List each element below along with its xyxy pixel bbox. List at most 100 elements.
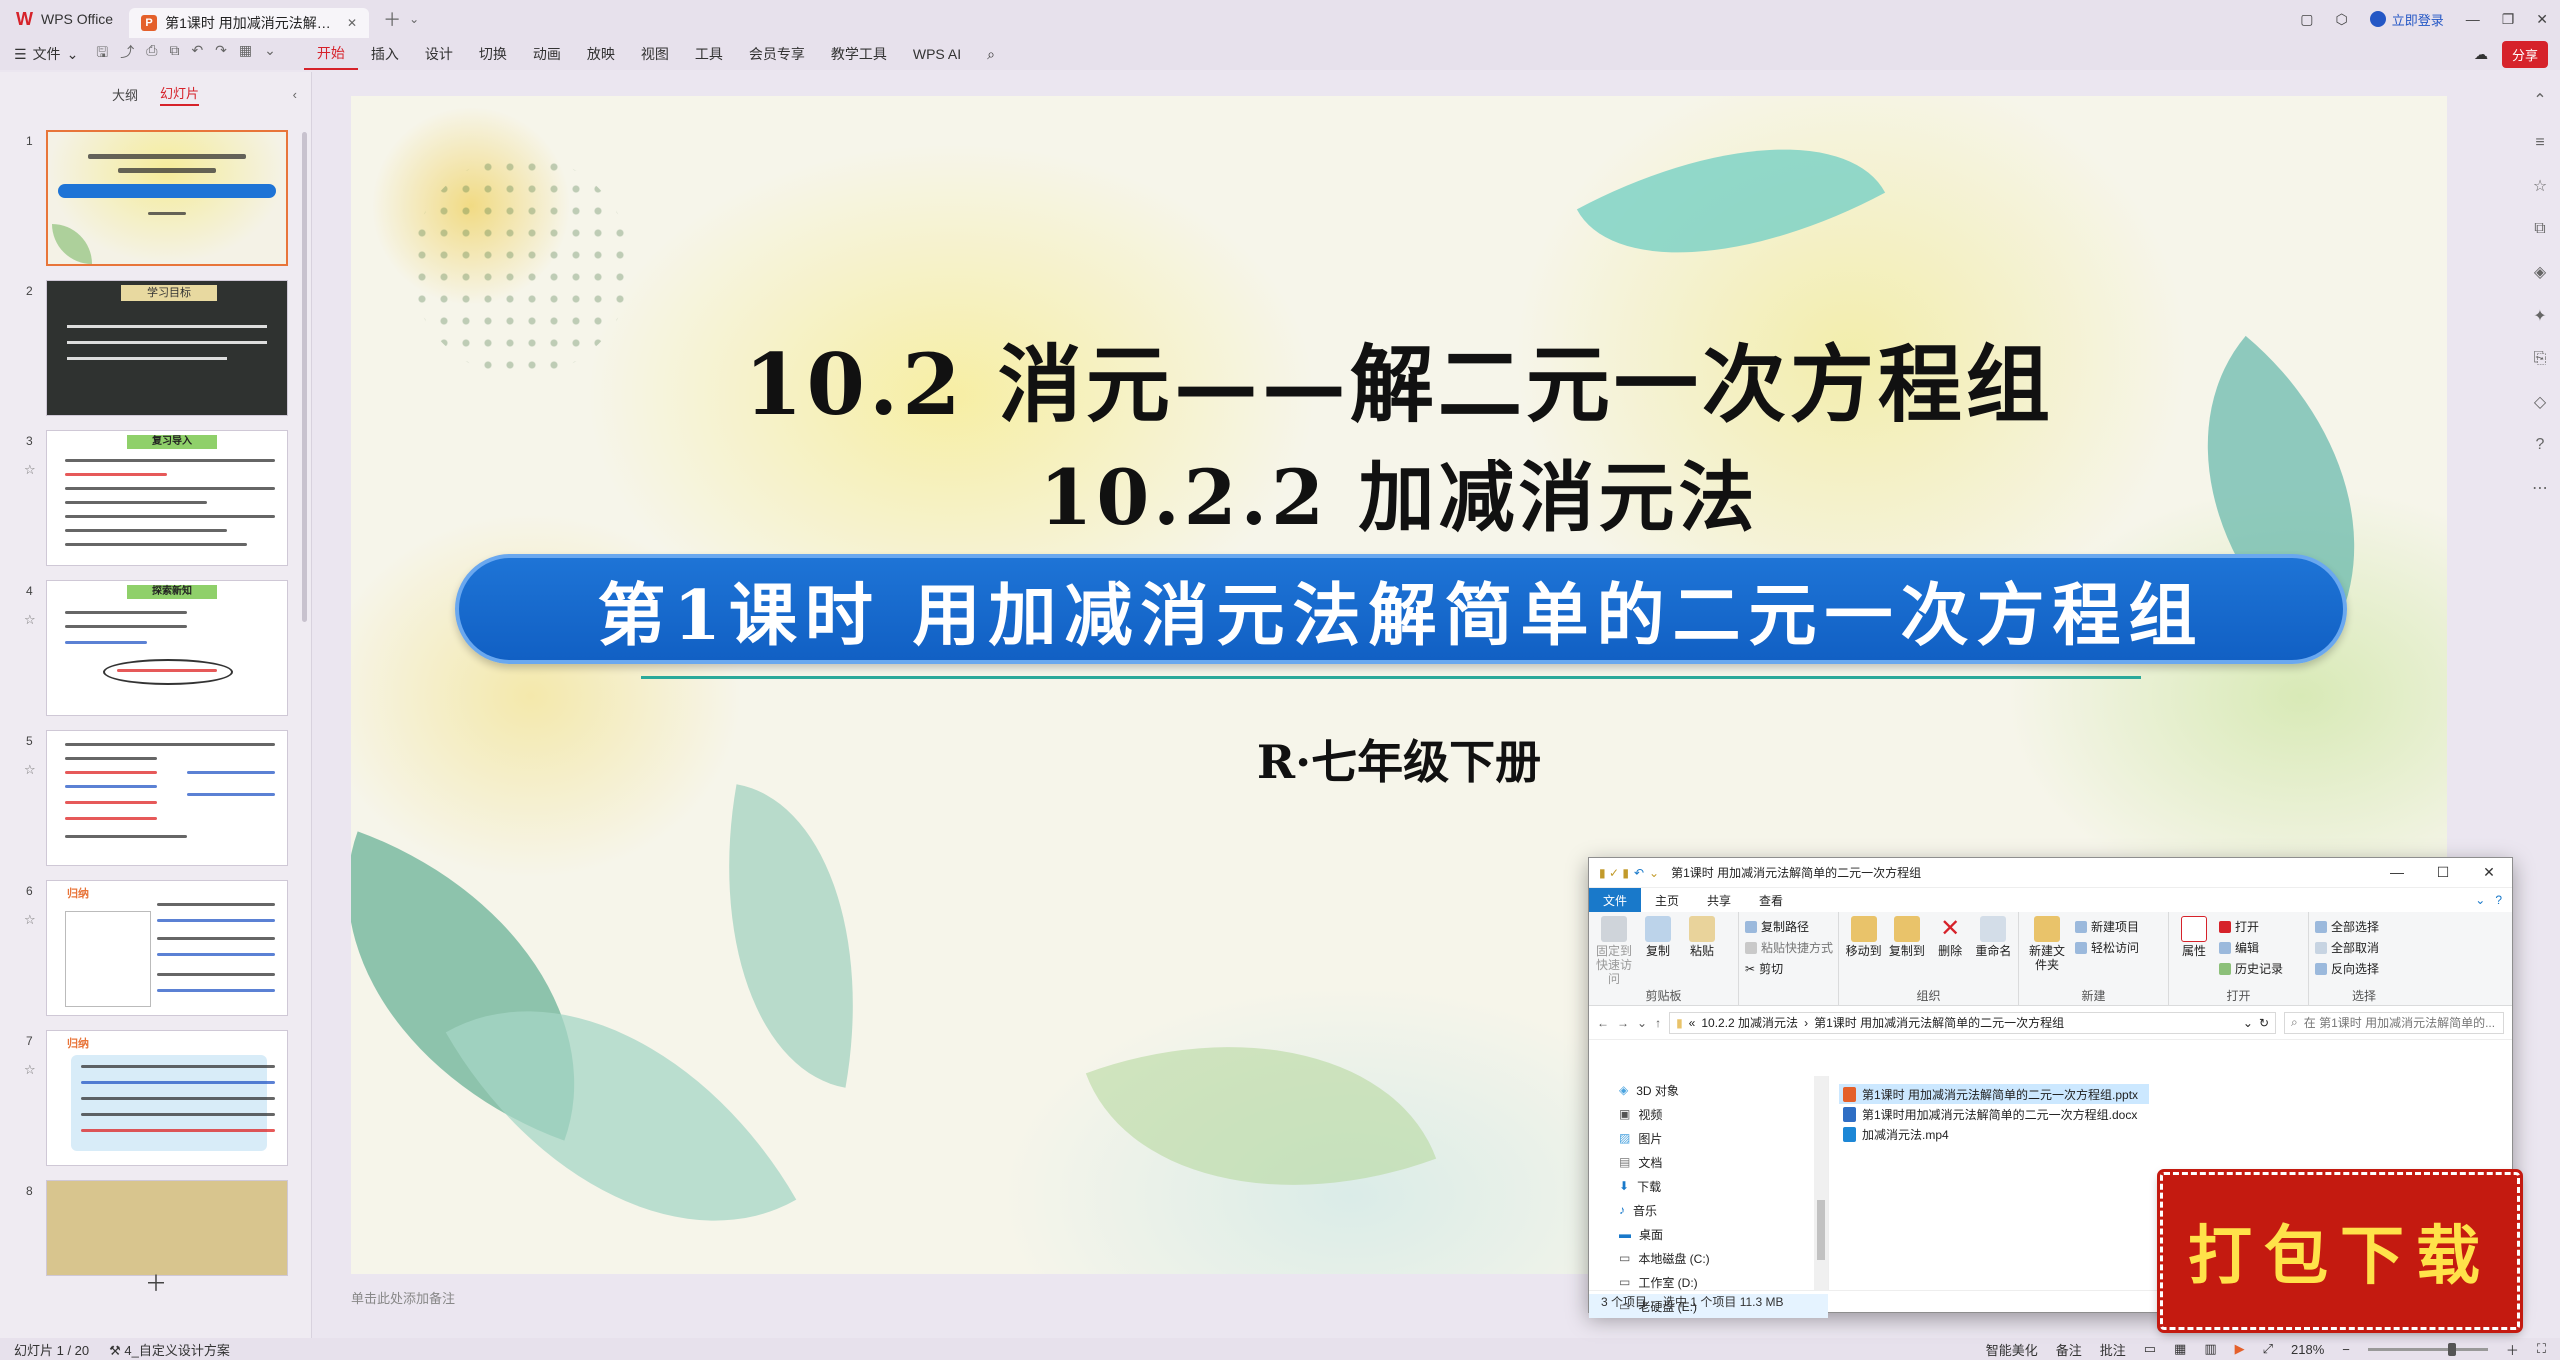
cube-icon[interactable]: ⬡ [2335,11,2347,28]
tab-teaching-tools[interactable]: 教学工具 [818,38,900,70]
breadcrumb-overflow[interactable]: « [1689,1016,1696,1030]
slide-subtitle[interactable]: R·七年级下册 [351,726,2447,792]
cloud-sync-icon[interactable]: ☁ [2474,46,2488,63]
settings-sliders-icon[interactable]: ≡ [2535,134,2544,152]
document-tab[interactable]: P 第1课时 用加减消元法解简单的二元一次方程组 ✕ [129,8,370,38]
maximize-icon[interactable]: ☐ [2420,864,2466,881]
edit-button[interactable]: 编辑 [2219,939,2283,956]
fit-icon[interactable]: ⤢ [2263,1341,2273,1357]
invert-selection-button[interactable]: 反向选择 [2315,960,2379,977]
tab-slideshow[interactable]: 放映 [574,38,628,70]
refresh-icon[interactable]: ↻ [2259,1016,2269,1030]
tab-transition[interactable]: 切换 [466,38,520,70]
panel-scrollbar[interactable] [302,132,307,622]
tab-insert[interactable]: 插入 [358,38,412,70]
collapse-up-icon[interactable]: ⌃ [2533,90,2546,110]
undo-icon[interactable]: ↶ [191,42,203,66]
tab-tools[interactable]: 工具 [682,38,736,70]
minimize-icon[interactable]: — [2374,864,2420,881]
slide-thumbnail-row[interactable]: 7 ☆ 归纳 [0,1030,312,1170]
comments-button[interactable]: 批注 [2100,1340,2126,1359]
quick-access-icons[interactable]: ▮ ✓ ▮ ↶ ⌄ [1599,866,1659,880]
slide-thumbnail-row[interactable]: 4 ☆ 探索新知 [0,580,312,720]
select-all-button[interactable]: 全部选择 [2315,918,2379,935]
normal-view-icon[interactable]: ▭ [2144,1341,2156,1357]
cut-button[interactable]: ✂ 剪切 [1745,960,1833,977]
nav-item[interactable]: ♪ 音乐 [1589,1198,1828,1222]
collapse-panel-icon[interactable]: ‹ [293,87,297,102]
magic-icon[interactable]: ✦ [2533,306,2546,326]
zoom-slider[interactable] [2367,1342,2488,1356]
slide-thumbnail[interactable]: 复习导入 [46,430,288,566]
minimize-icon[interactable]: — [2466,11,2480,27]
play-icon[interactable]: ▶ [2235,1341,2245,1357]
more-icon[interactable]: ⋯ [2532,478,2548,498]
login-button[interactable]: 立即登录 [2369,10,2444,29]
star-icon[interactable]: ☆ [24,912,36,928]
zoom-level[interactable]: 218% [2291,1342,2324,1357]
nav-item[interactable]: ▬ 桌面 [1589,1222,1828,1246]
window-layout-icon[interactable]: ▢ [2300,11,2313,28]
history-button[interactable]: 历史记录 [2219,960,2283,977]
select-none-button[interactable]: 全部取消 [2315,939,2379,956]
nav-scrollbar[interactable] [1814,1076,1828,1290]
redo-icon[interactable]: ↷ [215,42,227,66]
star-icon[interactable]: ☆ [24,462,36,478]
close-tab-icon[interactable]: ✕ [347,16,357,30]
nav-item[interactable]: ▣ 视频 [1589,1102,1828,1126]
theme-name[interactable]: ⚒ 4_自定义设计方案 [109,1340,230,1359]
new-item-button[interactable]: 新建项目 [2075,918,2139,935]
slide-thumbnail-row[interactable]: 5 ☆ [0,730,312,870]
slide-thumbnail[interactable]: 归纳 [46,880,288,1016]
tab-home[interactable]: 开始 [303,38,358,70]
zoom-slider-knob[interactable] [2447,1342,2456,1356]
file-item[interactable]: 第1课时用加减消元法解简单的二元一次方程组.docx [1839,1104,2149,1124]
open-button[interactable]: 打开 [2219,918,2283,935]
slide-thumbnail-row[interactable]: 3 ☆ 复习导入 [0,430,312,570]
star-icon[interactable]: ☆ [24,762,36,778]
sorter-view-icon[interactable]: ▦ [2174,1341,2186,1357]
slide-section-title[interactable]: 10.2.2 加减消元法 [351,436,2447,546]
smart-beautify-button[interactable]: 智能美化 [1986,1340,2038,1359]
slide-thumbnail-row[interactable]: 1 [0,130,312,270]
tab-outline[interactable]: 大纲 [112,85,138,104]
wps-home-tab[interactable]: W WPS Office [0,0,129,38]
tab-view[interactable]: 查看 [1745,888,1797,912]
up-icon[interactable]: ↑ [1655,1016,1661,1030]
preview-icon[interactable]: ⧉ [169,42,179,66]
zoom-in-icon[interactable]: ＋ [2506,1340,2519,1359]
paint-icon[interactable]: ◈ [2534,262,2546,282]
address-dropdown-icon[interactable]: ⌄ [2243,1016,2253,1030]
lesson-banner[interactable]: 第1课时 用加减消元法解简单的二元一次方程组 [455,554,2347,664]
slide-thumbnail[interactable] [46,1180,288,1276]
slide-thumbnail[interactable]: 归纳 [46,1030,288,1166]
tab-member[interactable]: 会员专享 [736,38,818,70]
save-icon[interactable]: 🖫 [96,42,108,66]
nav-item[interactable]: ▭ 本地磁盘 (C:) [1589,1246,1828,1270]
star-icon[interactable]: ☆ [24,1062,36,1078]
export-icon[interactable]: ⤴ [120,42,134,66]
slide-thumbnail-row[interactable]: 2 学习目标 [0,280,312,420]
bookmark-icon[interactable]: ⎘ [2534,350,2547,368]
slide-thumbnail-row[interactable]: 8 [0,1180,312,1280]
slide-title[interactable]: 10.2 消元——解二元一次方程组 [351,318,2447,439]
recent-icon[interactable]: ⌄ [1637,1016,1647,1030]
tab-slides[interactable]: 幻灯片 [160,83,200,106]
slide-thumbnail[interactable] [46,130,288,266]
nav-scrollbar-thumb[interactable] [1817,1200,1825,1260]
tab-file[interactable]: 文件 [1589,888,1642,912]
close-window-icon[interactable]: ✕ [2536,11,2548,28]
paste-shortcut-button[interactable]: 粘贴快捷方式 [1745,939,1833,956]
new-tab-icon[interactable]: ＋ [383,6,401,32]
restore-icon[interactable]: ❐ [2502,11,2515,28]
notes-button[interactable]: 备注 [2056,1340,2082,1359]
breadcrumb-current[interactable]: 第1课时 用加减消元法解简单的二元一次方程组 [1814,1014,2064,1031]
tab-view[interactable]: 视图 [628,38,682,70]
slide-thumbnail-row[interactable]: 6 ☆ 归纳 [0,880,312,1020]
nav-item[interactable]: ◈ 3D 对象 [1589,1078,1828,1102]
share-button[interactable]: 分享 [2501,40,2548,68]
search-box[interactable]: ⌕ 在 第1课时 用加减消元法解简单的... [2284,1011,2504,1034]
tab-wps-ai[interactable]: WPS AI [900,38,974,70]
star-icon[interactable]: ☆ [24,612,36,628]
easy-access-button[interactable]: 轻松访问 [2075,939,2139,956]
